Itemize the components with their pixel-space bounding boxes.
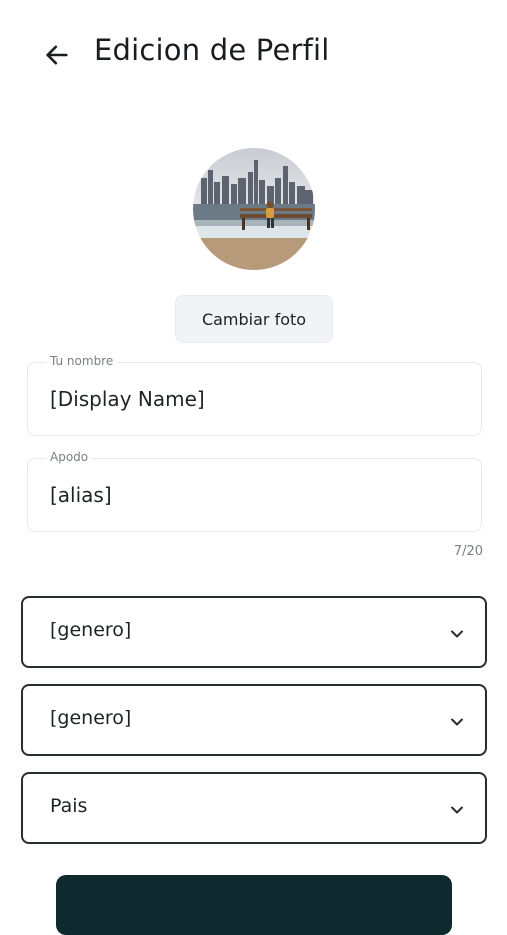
gender-select-2-value: [genero]: [50, 707, 132, 729]
avatar[interactable]: [193, 148, 315, 270]
country-select[interactable]: Pais: [21, 772, 487, 844]
name-field-label: Tu nombre: [46, 354, 118, 368]
submit-button[interactable]: [56, 875, 452, 935]
alias-char-counter: 7/20: [453, 544, 483, 559]
name-field[interactable]: Tu nombre [Display Name]: [27, 354, 482, 436]
alias-field[interactable]: Apodo [alias]: [27, 450, 482, 532]
profile-photo: [193, 148, 315, 270]
chevron-down-icon: [451, 806, 463, 814]
header: Edicion de Perfil: [0, 0, 507, 110]
gender-select-1-value: [genero]: [50, 619, 132, 641]
country-select-value: Pais: [50, 795, 88, 817]
change-photo-button[interactable]: Cambiar foto: [175, 295, 333, 343]
chevron-down-icon: [451, 718, 463, 726]
arrow-left-icon: [46, 45, 68, 65]
back-button[interactable]: [38, 38, 76, 72]
alias-field-label: Apodo: [46, 450, 93, 464]
page-title: Edicion de Perfil: [94, 33, 330, 67]
alias-field-value[interactable]: [alias]: [50, 483, 112, 507]
name-field-value[interactable]: [Display Name]: [50, 387, 205, 411]
gender-select-1[interactable]: [genero]: [21, 596, 487, 668]
gender-select-2[interactable]: [genero]: [21, 684, 487, 756]
chevron-down-icon: [451, 630, 463, 638]
